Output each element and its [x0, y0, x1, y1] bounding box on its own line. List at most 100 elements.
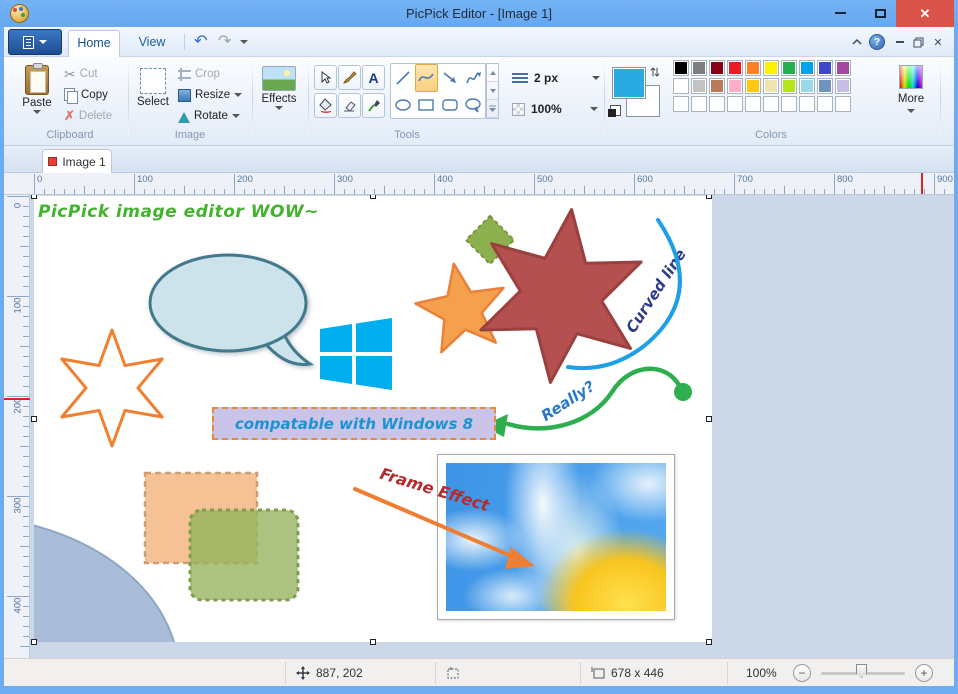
effects-icon: [262, 66, 296, 91]
palette-swatch-0-5[interactable]: [763, 60, 779, 76]
palette-swatch-0-6[interactable]: [781, 60, 797, 76]
palette-swatch-1-2[interactable]: [709, 78, 725, 94]
child-restore-button[interactable]: [910, 34, 926, 50]
app-menu-button[interactable]: [8, 29, 62, 55]
palette-swatch-0-4[interactable]: [745, 60, 761, 76]
palette-swatch-2-1[interactable]: [691, 96, 707, 112]
handle-mid-left[interactable]: [31, 416, 37, 422]
paste-button[interactable]: Paste: [16, 62, 58, 128]
minimize-button[interactable]: [822, 0, 858, 26]
h-ruler-label: 800: [837, 174, 853, 185]
tab-view[interactable]: View: [126, 30, 178, 57]
palette-swatch-0-0[interactable]: [673, 60, 689, 76]
foreground-color-swatch[interactable]: [612, 67, 646, 99]
redo-button[interactable]: ↷: [218, 31, 231, 51]
handle-top-center[interactable]: [370, 195, 376, 199]
copy-button[interactable]: Copy: [64, 85, 108, 105]
select-button[interactable]: Select: [132, 62, 174, 128]
handle-top-right[interactable]: [706, 195, 712, 199]
maximize-button[interactable]: [862, 0, 898, 26]
palette-swatch-1-3[interactable]: [727, 78, 743, 94]
handle-bottom-right[interactable]: [706, 639, 712, 645]
palette-swatch-2-2[interactable]: [709, 96, 725, 112]
palette-swatch-1-8[interactable]: [817, 78, 833, 94]
eraser-tool-button[interactable]: [338, 93, 361, 118]
gallery-expand[interactable]: [487, 100, 498, 118]
gallery-scroll-down[interactable]: [487, 82, 498, 100]
line-width-control[interactable]: 2 px: [512, 66, 600, 90]
text-tool-button[interactable]: A: [362, 65, 385, 90]
eyedropper-tool-button[interactable]: [362, 93, 385, 118]
palette-swatch-0-9[interactable]: [835, 60, 851, 76]
crop-button[interactable]: Crop: [178, 64, 220, 84]
shape-ellipse[interactable]: [391, 92, 415, 118]
palette-swatch-1-7[interactable]: [799, 78, 815, 94]
palette-swatch-2-3[interactable]: [727, 96, 743, 112]
gallery-scroll: [486, 63, 499, 119]
shape-arrow[interactable]: [438, 64, 462, 92]
shape-rectangle[interactable]: [415, 92, 439, 118]
palette-swatch-0-3[interactable]: [727, 60, 743, 76]
resize-icon: [178, 89, 191, 102]
zoom-out-button[interactable]: −: [793, 659, 811, 687]
rotate-button[interactable]: Rotate: [178, 106, 240, 126]
palette-swatch-2-6[interactable]: [781, 96, 797, 112]
doc-tab-image1[interactable]: Image 1: [42, 149, 112, 173]
shape-speech-bubble[interactable]: [462, 92, 486, 118]
zoom-level: 100%: [746, 659, 777, 687]
fill-icon: [318, 98, 334, 113]
fill-tool-button[interactable]: [314, 93, 337, 118]
handle-bottom-center[interactable]: [370, 639, 376, 645]
collapse-ribbon-button[interactable]: [849, 34, 865, 50]
tab-home[interactable]: Home: [68, 30, 120, 57]
palette-swatch-2-4[interactable]: [745, 96, 761, 112]
handle-bottom-left[interactable]: [31, 639, 37, 645]
palette-swatch-0-1[interactable]: [691, 60, 707, 76]
zoom-in-button[interactable]: +: [915, 659, 933, 687]
palette-swatch-1-4[interactable]: [745, 78, 761, 94]
drawing-canvas[interactable]: PicPick image editor WOW~ Hello! compata…: [34, 196, 712, 642]
opacity-control[interactable]: 100%: [512, 97, 598, 121]
shape-squiggle[interactable]: [462, 64, 486, 92]
h-ruler-label: 0: [37, 174, 42, 185]
shape-rounded-rect[interactable]: [438, 92, 462, 118]
effects-button[interactable]: Effects: [258, 62, 300, 128]
palette-swatch-2-8[interactable]: [817, 96, 833, 112]
picpick-window: PicPick Editor - [Image 1] ✕ Home View ↶…: [0, 0, 958, 694]
more-colors-button[interactable]: More: [888, 62, 934, 128]
palette-swatch-2-7[interactable]: [799, 96, 815, 112]
v-ruler-label: 0: [13, 195, 24, 218]
help-button[interactable]: ?: [869, 34, 885, 50]
resize-button[interactable]: Resize: [178, 85, 242, 105]
palette-swatch-2-5[interactable]: [763, 96, 779, 112]
pointer-tool-button[interactable]: [314, 65, 337, 90]
palette-swatch-1-6[interactable]: [781, 78, 797, 94]
palette-swatch-0-8[interactable]: [817, 60, 833, 76]
gallery-scroll-up[interactable]: [487, 64, 498, 82]
default-colors-icon[interactable]: [610, 105, 621, 116]
shape-line[interactable]: [391, 64, 415, 92]
delete-button[interactable]: ✗Delete: [64, 106, 112, 126]
swap-colors-icon[interactable]: ⇄: [648, 67, 662, 77]
cut-button[interactable]: ✂Cut: [64, 64, 98, 84]
palette-swatch-1-9[interactable]: [835, 78, 851, 94]
undo-dropdown[interactable]: [240, 40, 248, 44]
undo-button[interactable]: ↶: [194, 31, 207, 51]
palette-swatch-2-9[interactable]: [835, 96, 851, 112]
palette-swatch-0-2[interactable]: [709, 60, 725, 76]
close-button[interactable]: ✕: [896, 0, 954, 27]
handle-top-left[interactable]: [31, 195, 37, 199]
tools-group-label: Tools: [314, 129, 500, 141]
opacity-icon: [512, 103, 525, 116]
child-close-button[interactable]: ✕: [930, 34, 946, 50]
shape-curve-selected[interactable]: [415, 64, 439, 92]
palette-swatch-0-7[interactable]: [799, 60, 815, 76]
palette-swatch-2-0[interactable]: [673, 96, 689, 112]
brush-tool-button[interactable]: [338, 65, 361, 90]
palette-swatch-1-0[interactable]: [673, 78, 689, 94]
handle-mid-right[interactable]: [706, 416, 712, 422]
child-minimize-button[interactable]: [892, 34, 908, 50]
zoom-slider-thumb[interactable]: [856, 664, 867, 678]
palette-swatch-1-1[interactable]: [691, 78, 707, 94]
palette-swatch-1-5[interactable]: [763, 78, 779, 94]
